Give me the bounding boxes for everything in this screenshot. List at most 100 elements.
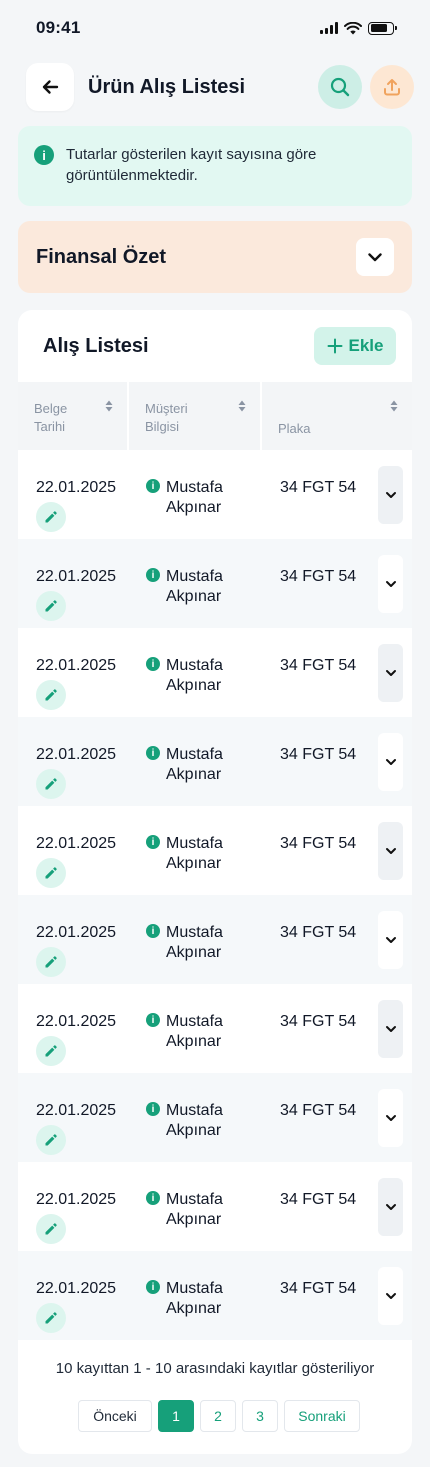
- info-icon[interactable]: i: [146, 835, 160, 849]
- row-plate: 34 FGT 54: [280, 924, 357, 941]
- row-customer-first: Mustafa: [166, 835, 223, 852]
- list-header: Alış Listesi Ekle: [18, 310, 412, 382]
- column-header-customer[interactable]: Müşteri Bilgisi: [129, 382, 262, 450]
- info-icon[interactable]: i: [146, 1280, 160, 1294]
- financial-summary-toggle[interactable]: [356, 238, 394, 276]
- pagination-page-1[interactable]: 1: [158, 1400, 194, 1432]
- upload-button[interactable]: [370, 65, 414, 109]
- row-customer: Mustafa Akpınar: [166, 923, 223, 963]
- chevron-down-icon: [385, 1115, 396, 1121]
- chevron-down-icon: [385, 848, 396, 854]
- row-plate: 34 FGT 54: [280, 568, 357, 585]
- pagination: Önceki 1 2 3 Sonraki: [78, 1400, 360, 1432]
- info-banner: i Tutarlar gösterilen kayıt sayısına gör…: [18, 126, 412, 206]
- row-date: 22.01.2025: [36, 657, 117, 674]
- edit-button[interactable]: [36, 947, 66, 977]
- row-date: 22.01.2025: [36, 746, 117, 763]
- table-row[interactable]: 22.01.2025 i Mustafa Akpınar 34 FGT 54: [18, 450, 412, 539]
- row-expand-button[interactable]: [378, 555, 403, 613]
- chevron-down-icon: [385, 581, 396, 587]
- edit-button[interactable]: [36, 591, 66, 621]
- info-icon[interactable]: i: [146, 568, 160, 582]
- status-time: 09:41: [36, 18, 81, 37]
- row-date: 22.01.2025: [36, 924, 117, 941]
- table-row[interactable]: 22.01.2025 i Mustafa Akpınar 34 FGT 54: [18, 539, 412, 628]
- status-bar: 09:41: [0, 0, 430, 56]
- row-customer: Mustafa Akpınar: [166, 1101, 223, 1141]
- pagination-prev-button[interactable]: Önceki: [78, 1400, 152, 1432]
- table-row[interactable]: 22.01.2025 i Mustafa Akpınar 34 FGT 54: [18, 1251, 412, 1340]
- row-expand-button[interactable]: [378, 911, 403, 969]
- info-icon[interactable]: i: [146, 657, 160, 671]
- column-header-date[interactable]: Belge Tarihi: [18, 382, 129, 450]
- table-row[interactable]: 22.01.2025 i Mustafa Akpınar 34 FGT 54: [18, 628, 412, 717]
- chevron-down-icon: [385, 1293, 396, 1299]
- purchase-list-card: Alış Listesi Ekle Belge Tarihi Müşteri B…: [18, 310, 412, 1454]
- info-icon[interactable]: i: [146, 1013, 160, 1027]
- row-plate: 34 FGT 54: [280, 479, 357, 496]
- table-row[interactable]: 22.01.2025 i Mustafa Akpınar 34 FGT 54: [18, 984, 412, 1073]
- row-expand-button[interactable]: [378, 466, 403, 524]
- row-expand-button[interactable]: [378, 1178, 403, 1236]
- pagination-next-button[interactable]: Sonraki: [284, 1400, 360, 1432]
- edit-button[interactable]: [36, 858, 66, 888]
- sort-icon: [105, 400, 113, 412]
- info-icon[interactable]: i: [146, 1191, 160, 1205]
- row-customer-last: Akpınar: [166, 499, 222, 516]
- sort-icon: [238, 400, 246, 412]
- row-customer-last: Akpınar: [166, 677, 222, 694]
- sort-icon: [390, 400, 398, 412]
- column-header-plate-label: Plaka: [278, 421, 311, 436]
- column-header-customer-line2: Bilgisi: [145, 419, 179, 434]
- table-row[interactable]: 22.01.2025 i Mustafa Akpınar 34 FGT 54: [18, 1162, 412, 1251]
- financial-summary[interactable]: Finansal Özet: [18, 221, 412, 293]
- search-icon: [330, 77, 350, 97]
- edit-button[interactable]: [36, 1214, 66, 1244]
- search-button[interactable]: [318, 65, 362, 109]
- pencil-icon: [45, 1045, 57, 1057]
- list-title: Alış Listesi: [43, 334, 149, 357]
- row-customer-first: Mustafa: [166, 1280, 223, 1297]
- table-row[interactable]: 22.01.2025 i Mustafa Akpınar 34 FGT 54: [18, 717, 412, 806]
- row-expand-button[interactable]: [378, 1000, 403, 1058]
- edit-button[interactable]: [36, 1303, 66, 1333]
- row-customer-first: Mustafa: [166, 746, 223, 763]
- pencil-icon: [45, 1134, 57, 1146]
- row-expand-button[interactable]: [378, 733, 403, 791]
- edit-button[interactable]: [36, 680, 66, 710]
- table-row[interactable]: 22.01.2025 i Mustafa Akpınar 34 FGT 54: [18, 895, 412, 984]
- row-plate: 34 FGT 54: [280, 1013, 357, 1030]
- edit-button[interactable]: [36, 1036, 66, 1066]
- row-expand-button[interactable]: [378, 644, 403, 702]
- pagination-page-2[interactable]: 2: [200, 1400, 236, 1432]
- pencil-icon: [45, 1223, 57, 1235]
- back-button[interactable]: [26, 63, 74, 111]
- row-expand-button[interactable]: [378, 822, 403, 880]
- pencil-icon: [45, 689, 57, 701]
- info-icon[interactable]: i: [146, 1102, 160, 1116]
- signal-icon: [320, 22, 338, 34]
- row-expand-button[interactable]: [378, 1089, 403, 1147]
- edit-button[interactable]: [36, 502, 66, 532]
- header: Ürün Alış Listesi: [26, 62, 414, 112]
- row-plate: 34 FGT 54: [280, 657, 357, 674]
- table-row[interactable]: 22.01.2025 i Mustafa Akpınar 34 FGT 54: [18, 806, 412, 895]
- row-date: 22.01.2025: [36, 1191, 117, 1208]
- info-icon[interactable]: i: [146, 746, 160, 760]
- add-button[interactable]: Ekle: [314, 327, 396, 365]
- info-icon[interactable]: i: [146, 924, 160, 938]
- info-icon[interactable]: i: [146, 479, 160, 493]
- edit-button[interactable]: [36, 1125, 66, 1155]
- row-date: 22.01.2025: [36, 568, 117, 585]
- table-header: Belge Tarihi Müşteri Bilgisi Plaka: [18, 382, 412, 450]
- column-header-plate[interactable]: Plaka: [262, 382, 412, 450]
- upload-icon: [384, 79, 400, 96]
- row-customer: Mustafa Akpınar: [166, 1279, 223, 1319]
- edit-button[interactable]: [36, 769, 66, 799]
- row-customer-first: Mustafa: [166, 479, 223, 496]
- pencil-icon: [45, 778, 57, 790]
- chevron-down-icon: [368, 253, 382, 262]
- pagination-page-3[interactable]: 3: [242, 1400, 278, 1432]
- row-expand-button[interactable]: [378, 1267, 403, 1325]
- table-row[interactable]: 22.01.2025 i Mustafa Akpınar 34 FGT 54: [18, 1073, 412, 1162]
